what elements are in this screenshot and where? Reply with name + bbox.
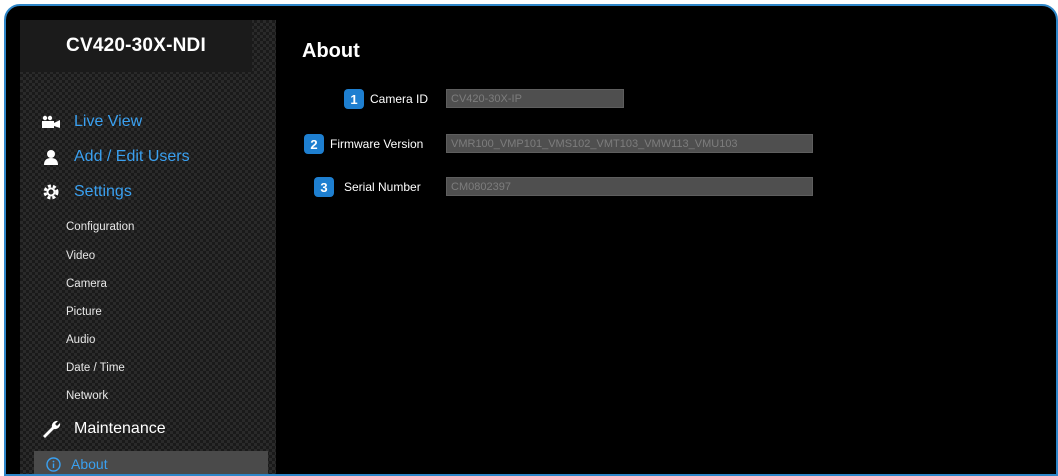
sidebar: CV420-30X-NDI Live View Add / Edit Users… (20, 20, 276, 474)
model-name: CV420-30X-NDI (20, 20, 252, 72)
sidebar-item-label: Maintenance (74, 420, 166, 437)
firmware-version-field[interactable]: VMR100_VMP101_VMS102_VMT103_VMW113_VMU10… (446, 134, 813, 153)
serial-number-row: 3 Serial Number (314, 177, 421, 197)
firmware-version-row: 2 Firmware Version (304, 134, 423, 154)
serial-number-label: Serial Number (344, 180, 421, 194)
gear-icon (40, 182, 62, 202)
camera-id-field[interactable]: CV420-30X-IP (446, 89, 624, 108)
sidebar-subitem-network[interactable]: Network (66, 387, 108, 405)
info-icon (45, 456, 61, 472)
page-title: About (302, 40, 360, 62)
sidebar-subitem-video[interactable]: Video (66, 247, 95, 265)
sidebar-subitem-configuration[interactable]: Configuration (66, 218, 134, 236)
wrench-icon (40, 419, 62, 439)
sidebar-item-label: Settings (74, 183, 132, 200)
number-badge: 1 (344, 89, 364, 109)
sidebar-item-add-edit-users[interactable]: Add / Edit Users (40, 145, 190, 169)
sidebar-subitem-picture[interactable]: Picture (66, 303, 102, 321)
sidebar-item-label: Add / Edit Users (74, 148, 190, 165)
camera-id-label: Camera ID (370, 92, 429, 106)
sidebar-item-live-view[interactable]: Live View (40, 110, 142, 134)
sidebar-subitem-date-time[interactable]: Date / Time (66, 359, 125, 377)
firmware-version-label: Firmware Version (330, 137, 424, 151)
sidebar-item-maintenance[interactable]: Maintenance (40, 417, 166, 441)
sidebar-subitem-camera[interactable]: Camera (66, 275, 107, 293)
video-camera-icon (40, 112, 62, 132)
sidebar-item-label: About (71, 456, 108, 472)
camera-id-row: 1 Camera ID (344, 89, 428, 109)
sidebar-item-settings[interactable]: Settings (40, 180, 132, 204)
number-badge: 2 (304, 134, 324, 154)
sidebar-item-label: Live View (74, 113, 143, 130)
user-icon (40, 147, 62, 167)
sidebar-item-about[interactable]: About (34, 451, 268, 474)
app-frame: CV420-30X-NDI Live View Add / Edit Users… (4, 4, 1058, 476)
serial-number-field[interactable]: CM0802397 (446, 177, 813, 196)
sidebar-subitem-audio[interactable]: Audio (66, 331, 95, 349)
number-badge: 3 (314, 177, 334, 197)
